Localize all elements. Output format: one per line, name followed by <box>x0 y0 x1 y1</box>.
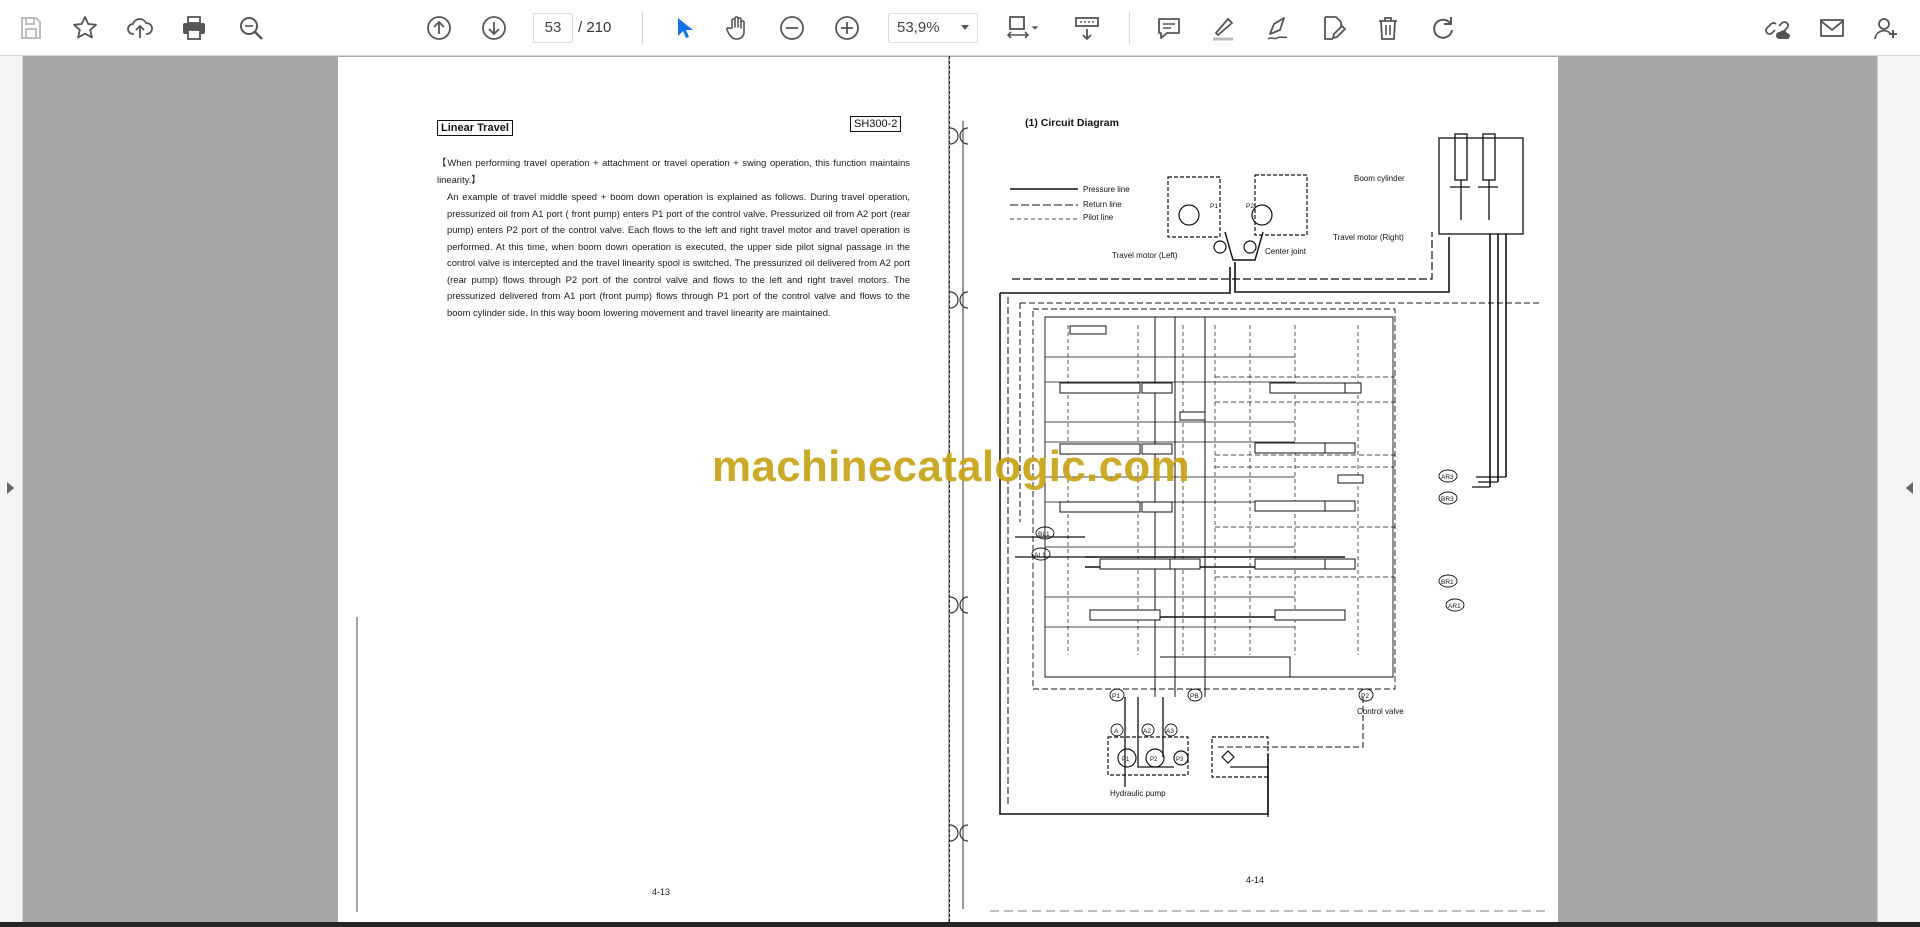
travel-motor-left-label: Travel motor (Left) <box>1112 251 1178 260</box>
legend-pilot-line: Pilot line <box>1083 213 1114 222</box>
port-ar1: AR1 <box>1448 603 1461 610</box>
port-al1: AL1 <box>1034 552 1046 559</box>
toolbar-divider <box>642 12 643 44</box>
legend-pressure-line: Pressure line <box>1083 185 1130 194</box>
pump-port-a2: A2 <box>1143 728 1151 735</box>
legend-return-line: Return line <box>1083 200 1122 209</box>
port-bl1: BL1 <box>1038 531 1050 538</box>
travel-motor-right-label: Travel motor (Right) <box>1333 233 1404 242</box>
toolbar-divider <box>1129 12 1130 44</box>
page-number-left: 4-13 <box>652 887 671 897</box>
pump-p3: P3 <box>1176 757 1184 763</box>
rotate-icon[interactable] <box>1423 8 1463 48</box>
pump-p1: P1 <box>1122 757 1130 763</box>
mail-icon[interactable] <box>1812 8 1852 48</box>
page-number-input[interactable]: 53 <box>533 13 573 43</box>
arrow-down-circle-icon[interactable] <box>474 8 514 48</box>
pump-p2: P2 <box>1150 757 1158 763</box>
port-ar3: AR3 <box>1441 474 1454 481</box>
highlighter-icon[interactable] <box>1203 8 1243 48</box>
plus-circle-icon[interactable] <box>827 8 867 48</box>
tm-port-p2: P2 <box>1246 203 1254 210</box>
edit-document-icon[interactable] <box>1313 8 1353 48</box>
printer-icon[interactable] <box>174 8 214 48</box>
chevron-down-icon[interactable] <box>1025 8 1045 48</box>
search-zoom-icon[interactable] <box>231 8 271 48</box>
comment-icon[interactable] <box>1149 8 1189 48</box>
page-total: / 210 <box>578 19 612 36</box>
toolbar: 53 / 210 53,9% <box>0 0 1920 56</box>
save-icon[interactable] <box>11 8 51 48</box>
port-br1: BR1 <box>1441 579 1454 586</box>
binder-hole-marks <box>950 121 969 909</box>
hydraulic-lines <box>999 232 1540 817</box>
port-p2: P2 <box>1361 693 1369 700</box>
cursor-arrow-icon[interactable] <box>663 8 703 48</box>
scroll-mode-icon[interactable] <box>1067 8 1107 48</box>
zoom-select[interactable]: 53,9% <box>888 13 978 43</box>
port-p1: P1 <box>1112 693 1120 700</box>
minus-circle-icon[interactable] <box>772 8 812 48</box>
control-valve-label: Control valve <box>1357 707 1404 716</box>
expand-left-panel-icon[interactable] <box>7 482 14 494</box>
pump-port-a3: A3 <box>1166 728 1174 735</box>
expand-right-panel-icon[interactable] <box>1906 482 1913 494</box>
trash-icon[interactable] <box>1368 8 1408 48</box>
pump-port-a: A <box>1114 728 1119 735</box>
watermark: machinecatalogic.com <box>712 442 1190 491</box>
hand-icon[interactable] <box>717 8 757 48</box>
model-label: SH300-2 <box>850 116 902 132</box>
port-br3: BR3 <box>1441 496 1454 503</box>
page-number-right: 4-14 <box>1246 875 1264 885</box>
right-panel-rail[interactable] <box>1877 56 1920 922</box>
bottom-bar <box>0 922 1920 927</box>
hydraulic-pump-label: Hydraulic pump <box>1110 789 1166 798</box>
hydraulic-pump <box>1107 736 1269 778</box>
cloud-upload-icon[interactable] <box>120 8 160 48</box>
pen-sign-icon[interactable] <box>1258 8 1298 48</box>
link-cloud-icon[interactable] <box>1757 8 1797 48</box>
zoom-value: 53,9% <box>897 19 940 36</box>
section-title: Linear Travel <box>437 120 513 136</box>
chevron-down-icon <box>961 25 969 30</box>
diagram-heading: (1) Circuit Diagram <box>1025 117 1119 129</box>
scan-edge-mark <box>356 617 358 912</box>
body-paragraph: An example of travel middle speed + boom… <box>447 191 910 318</box>
boom-cylinder-label: Boom cylinder <box>1354 174 1405 183</box>
boom-cylinder <box>1438 133 1524 235</box>
center-joint-label: Center joint <box>1265 247 1307 256</box>
left-panel-rail[interactable] <box>0 56 23 922</box>
legend <box>1010 188 1078 220</box>
arrow-up-circle-icon[interactable] <box>419 8 459 48</box>
port-pb: PB <box>1190 693 1199 700</box>
user-add-icon[interactable] <box>1866 8 1906 48</box>
star-icon[interactable] <box>65 8 105 48</box>
tm-port-p1: P1 <box>1210 203 1218 210</box>
intro-paragraph: 【When performing travel operation + atta… <box>437 157 910 185</box>
